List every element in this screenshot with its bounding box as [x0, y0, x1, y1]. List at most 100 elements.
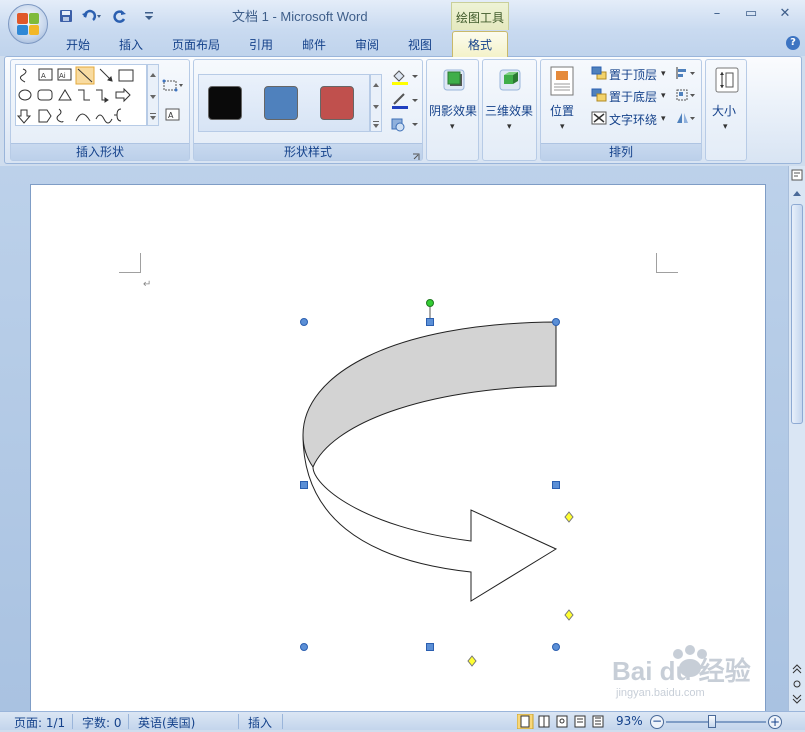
style-swatch-red[interactable] [320, 86, 354, 120]
status-separator [238, 714, 239, 729]
align-icon[interactable] [675, 66, 697, 80]
undo-icon[interactable] [80, 7, 104, 24]
language[interactable]: 英语(美国) [138, 714, 195, 731]
word-count[interactable]: 字数: 0 [82, 714, 122, 731]
tab-page-layout[interactable]: 页面布局 [172, 36, 220, 53]
threed-effects-icon [496, 66, 524, 92]
style-swatch-blue[interactable] [264, 86, 298, 120]
resize-handle-nw[interactable] [300, 318, 308, 326]
close-button[interactable]: ✕ [772, 6, 798, 24]
shapes-gallery-icons: A Ai [16, 66, 134, 124]
scroll-up-icon[interactable] [792, 188, 802, 198]
status-bar: 页面: 1/1 字数: 0 英语(美国) 插入 93% − + [0, 711, 805, 730]
minimize-button[interactable]: – [704, 6, 730, 24]
office-logo-icon [17, 13, 39, 35]
maximize-button[interactable]: ▭ [738, 6, 764, 24]
position-label[interactable]: 位置 [550, 102, 574, 119]
tab-mailings[interactable]: 邮件 [302, 36, 326, 53]
insert-mode[interactable]: 插入 [248, 714, 272, 731]
ribbon-tabs: 开始 插入 页面布局 引用 邮件 审阅 视图 [0, 30, 805, 56]
window-title: 文档 1 - Microsoft Word [232, 9, 368, 24]
shadow-effects-label: 阴影效果 [429, 104, 478, 118]
text-wrap-label[interactable]: 文字环绕 [609, 111, 657, 128]
resize-handle-sw[interactable] [300, 643, 308, 651]
shape-styles-label: 形状样式 [194, 143, 422, 160]
browse-object-controls[interactable] [792, 664, 802, 708]
resize-handle-s[interactable] [426, 643, 434, 651]
dropdown-arrow-icon: ▾ [560, 122, 565, 132]
dialog-launcher-icon[interactable] [412, 150, 420, 160]
title-bar: 文档 1 - Microsoft Word – ▭ ✕ [0, 0, 805, 30]
group-3d-effects[interactable]: 三维效果 ▾ [482, 59, 537, 161]
bring-to-front-label[interactable]: 置于顶层 [609, 66, 657, 83]
insert-shapes-label: 插入形状 [11, 143, 189, 160]
shape-outline-icon[interactable] [390, 92, 420, 110]
dropdown-arrow-icon: ▾ [661, 114, 666, 124]
rotate-icon[interactable] [675, 111, 697, 125]
scroll-thumb[interactable] [791, 204, 803, 424]
resize-handle-ne[interactable] [552, 318, 560, 326]
group-insert-shapes: A Ai A 插入形状 [10, 59, 190, 161]
tab-review[interactable]: 审阅 [355, 36, 379, 53]
change-shape-icon[interactable] [390, 116, 420, 134]
bring-to-front-icon [591, 66, 607, 80]
adjust-handle-2[interactable] [564, 609, 574, 621]
save-icon[interactable] [58, 7, 74, 24]
shadow-effects-icon [440, 66, 468, 92]
drawing-tools-context: 绘图工具 [451, 2, 509, 30]
svg-text:A: A [168, 111, 174, 120]
view-buttons[interactable] [516, 713, 609, 730]
resize-handle-se[interactable] [552, 643, 560, 651]
zoom-slider-track[interactable] [666, 721, 766, 723]
resize-handle-w[interactable] [300, 481, 308, 489]
status-separator [282, 714, 283, 729]
send-to-back-label[interactable]: 置于底层 [609, 88, 657, 105]
watermark-logo: Bai du 经验 [612, 656, 751, 686]
page-count[interactable]: 页面: 1/1 [14, 714, 65, 731]
dropdown-arrow-icon: ▾ [507, 122, 512, 132]
customize-qat-icon[interactable] [144, 7, 154, 24]
send-to-back-icon [591, 88, 607, 102]
zoom-out-button[interactable]: − [650, 715, 664, 729]
adjust-handle-1[interactable] [564, 511, 574, 523]
help-icon[interactable]: ? [786, 36, 800, 50]
group-shape-styles: 形状样式 [193, 59, 423, 161]
shapes-gallery[interactable]: A Ai [15, 64, 147, 126]
tab-references[interactable]: 引用 [249, 36, 273, 53]
position-icon[interactable] [549, 66, 575, 96]
resize-handle-e[interactable] [552, 481, 560, 489]
zoom-level[interactable]: 93% [616, 714, 643, 728]
ruler-toggle-icon[interactable] [791, 168, 803, 182]
office-button[interactable] [8, 4, 48, 44]
threed-effects-label: 三维效果 [485, 104, 534, 118]
dropdown-arrow-icon: ▾ [723, 122, 728, 132]
shape-fill-icon[interactable] [390, 68, 420, 86]
group-size[interactable]: 大小 ▾ [705, 59, 747, 161]
svg-text:A: A [41, 72, 46, 80]
size-icon [714, 66, 740, 94]
group-objects-icon[interactable] [675, 88, 697, 102]
redo-icon[interactable] [112, 7, 128, 24]
tab-home[interactable]: 开始 [66, 36, 90, 53]
tab-format[interactable]: 格式 [452, 31, 508, 57]
dropdown-arrow-icon: ▾ [450, 122, 455, 132]
edit-shape-icon[interactable] [161, 78, 185, 94]
rotate-handle[interactable] [426, 299, 434, 307]
status-separator [128, 714, 129, 729]
vertical-scrollbar[interactable] [788, 166, 805, 711]
baidu-watermark: Bai du 经验 jingyan.baidu.com [612, 645, 751, 699]
shapes-gallery-scroll[interactable] [147, 64, 159, 126]
adjust-handle-3[interactable] [467, 655, 477, 667]
style-swatch-black[interactable] [208, 86, 242, 120]
ribbon: A Ai A 插入形状 形状样式 阴影效果 ▾ 三维效果 ▾ 位置 ▾ 置于顶层… [4, 56, 802, 164]
status-separator [72, 714, 73, 729]
svg-text:Ai: Ai [59, 72, 66, 80]
group-shadow-effects[interactable]: 阴影效果 ▾ [426, 59, 479, 161]
zoom-slider-thumb[interactable] [708, 715, 716, 728]
zoom-in-button[interactable]: + [768, 715, 782, 729]
style-gallery-scroll[interactable] [370, 74, 382, 132]
resize-handle-n[interactable] [426, 318, 434, 326]
tab-view[interactable]: 视图 [408, 36, 432, 53]
textbox-icon[interactable]: A [165, 108, 181, 122]
tab-insert[interactable]: 插入 [119, 36, 143, 53]
